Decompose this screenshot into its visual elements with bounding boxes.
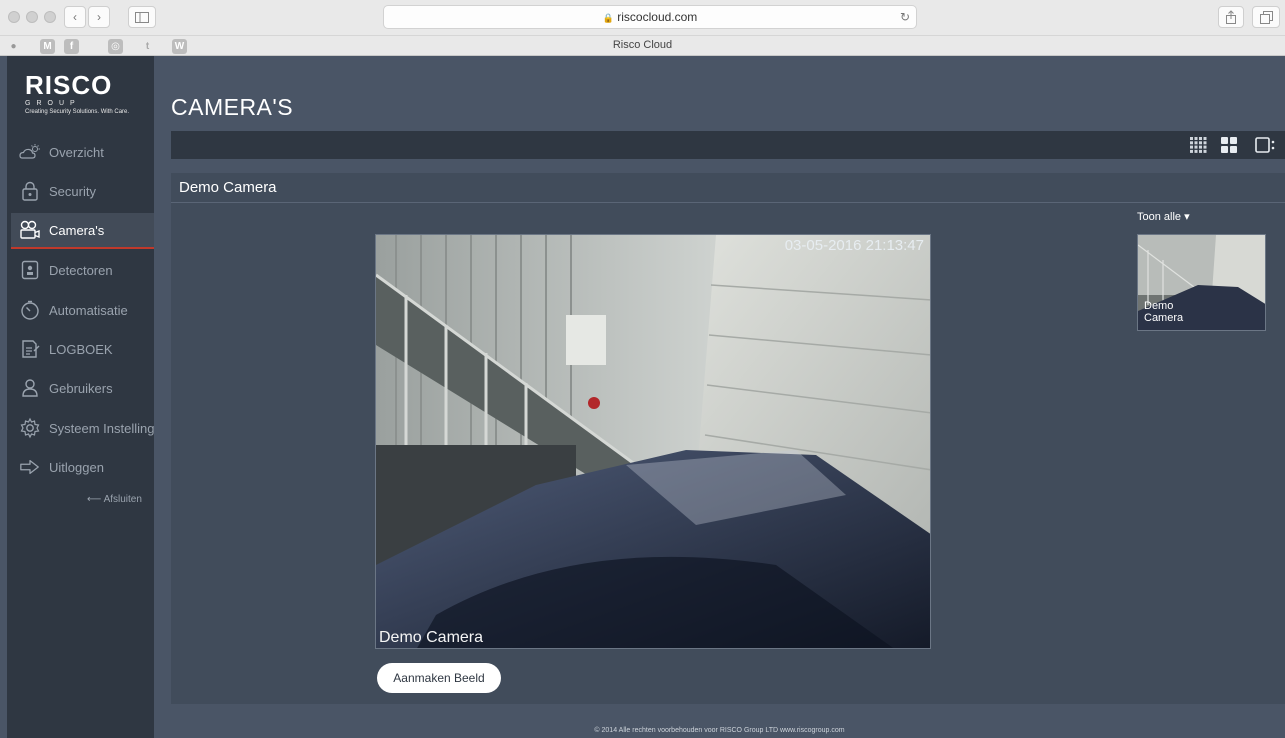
camera-feed-image (376, 235, 930, 648)
cloud-sun-icon (19, 141, 41, 163)
reload-icon[interactable]: ↻ (900, 8, 910, 26)
tab-title: Risco Cloud (612, 39, 673, 51)
grid-large-icon[interactable] (1221, 137, 1239, 153)
chevron-left-icon: ‹ (73, 10, 77, 24)
minimize-window-button[interactable] (26, 11, 38, 23)
camera-feed[interactable]: 03-05-2016 21:13:47 Demo Camera (375, 234, 931, 649)
share-icon (1226, 10, 1236, 24)
camera-icon (19, 219, 41, 241)
create-snapshot-button[interactable]: Aanmaken Beeld (377, 663, 501, 693)
close-window-button[interactable] (8, 11, 20, 23)
logo-brand: RISCO (25, 70, 113, 100)
logo-group: GROUP (25, 100, 81, 107)
lock-icon (19, 180, 41, 202)
sidebar-item-systeem-instellingen[interactable]: Systeem Instellingen (11, 410, 154, 446)
detector-icon (19, 259, 41, 281)
page-title: CAMERA'S (171, 94, 294, 120)
lock-icon: 🔒 (602, 13, 614, 23)
main-content: CAMERA'S Demo Camera 03-05-2016 21:13:47… (154, 56, 1285, 738)
logout-icon (19, 456, 41, 478)
sidebar-item-automatisatie[interactable]: Automatisatie (11, 292, 154, 328)
sidebar-item-detectoren[interactable]: Detectoren (11, 252, 154, 288)
timer-icon (19, 299, 41, 321)
sidebar-toggle-button[interactable] (128, 6, 156, 28)
sidebar-item-cameras[interactable]: Camera's (11, 213, 154, 249)
thumbnail-label-line2: Camera (1144, 312, 1184, 324)
gear-icon (19, 417, 41, 439)
feed-label: Demo Camera (379, 629, 484, 646)
sidebar-item-label: Uitloggen (49, 459, 104, 475)
sidebar-item-label: Detectoren (49, 262, 113, 278)
sidebar-item-label: Overzicht (49, 144, 104, 160)
afsluiten-link[interactable]: ⟵ Afsluiten (87, 494, 142, 505)
sidebar-item-label: Systeem Instellingen (49, 420, 154, 436)
favorites-bar: ● M f ◎ t W Risco Cloud (0, 35, 1285, 56)
tabs-button[interactable] (1252, 6, 1280, 28)
sidebar-item-logboek[interactable]: LOGBOEK (11, 331, 154, 367)
single-view-icon[interactable] (1255, 137, 1275, 153)
camera-thumbnail[interactable]: Demo Camera (1137, 234, 1266, 331)
back-button[interactable]: ‹ (64, 6, 86, 28)
sidebar-item-overzicht[interactable]: Overzicht (11, 134, 154, 170)
thumbnail-label-line1: Demo (1144, 300, 1174, 312)
user-icon (19, 377, 41, 399)
sidebar-icon (135, 12, 149, 23)
log-icon (19, 338, 41, 360)
url-text: riscocloud.com (617, 10, 698, 24)
share-button[interactable] (1218, 6, 1244, 28)
view-toolbar (171, 131, 1285, 159)
sidebar-item-label: Security (49, 183, 96, 199)
sidebar-item-uitloggen[interactable]: Uitloggen (11, 449, 154, 485)
camera-panel: Demo Camera 03-05-2016 21:13:47 Demo Cam… (171, 173, 1285, 704)
sidebar: RISCO GROUP Creating Security Solutions.… (7, 56, 154, 738)
sidebar-item-label: Automatisatie (49, 302, 128, 318)
risco-logo[interactable]: RISCO GROUP Creating Security Solutions.… (25, 72, 129, 116)
sidebar-item-label: Camera's (49, 222, 105, 238)
show-all-dropdown[interactable]: Toon alle ▾ (1137, 210, 1190, 223)
grid-small-icon[interactable] (1190, 137, 1208, 153)
forward-button[interactable]: › (88, 6, 110, 28)
feed-timestamp: 03-05-2016 21:13:47 (784, 237, 924, 254)
sidebar-item-label: LOGBOEK (49, 341, 113, 357)
tabs-icon (1259, 11, 1273, 24)
chevron-right-icon: › (97, 10, 101, 24)
sidebar-item-gebruikers[interactable]: Gebruikers (11, 370, 154, 406)
browser-chrome: ‹ › 🔒 riscocloud.com ↻ ● M f ◎ t W Risco… (0, 0, 1285, 56)
panel-title: Demo Camera (171, 173, 1285, 203)
logo-tagline: Creating Security Solutions. With Care. (25, 109, 130, 115)
zoom-window-button[interactable] (44, 11, 56, 23)
footer-copyright: © 2014 Alle rechten voorbehouden voor RI… (594, 727, 845, 734)
address-bar[interactable]: 🔒 riscocloud.com ↻ (383, 5, 917, 29)
sidebar-item-security[interactable]: Security (11, 173, 154, 209)
sidebar-item-label: Gebruikers (49, 380, 113, 396)
